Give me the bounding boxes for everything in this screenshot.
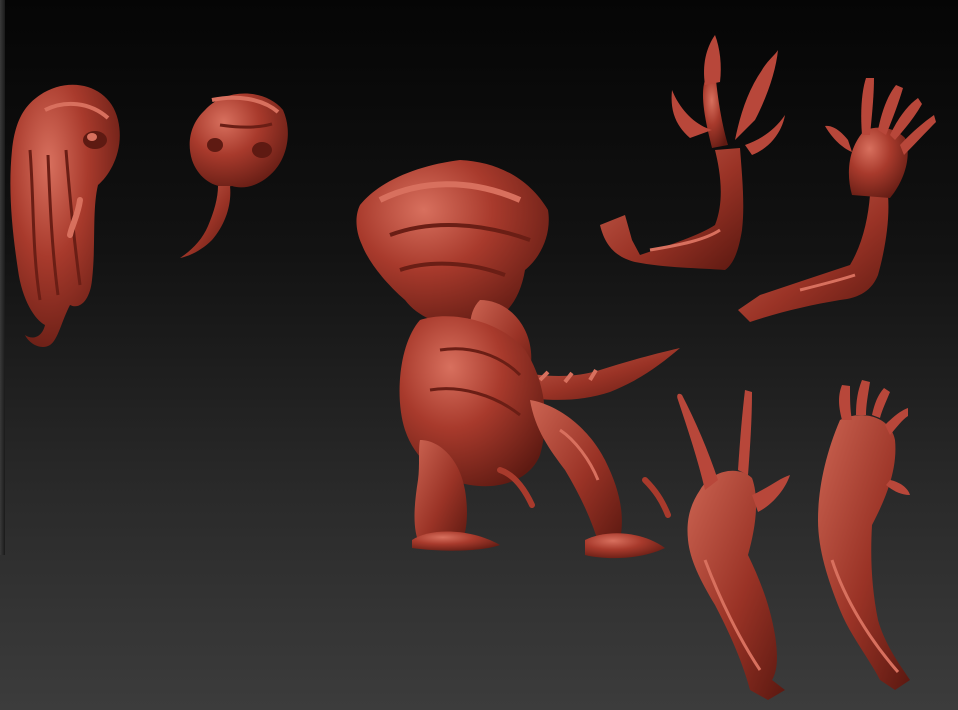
arm-claw-upper <box>600 35 785 270</box>
head-variant-tentacle-face <box>10 84 120 347</box>
creature-body <box>356 160 680 559</box>
arm-hand-lower <box>818 380 910 690</box>
sculpt-viewport <box>0 0 958 710</box>
head-variant-tongue <box>180 93 288 258</box>
arm-hand-upper <box>738 78 936 322</box>
sculpt-scene <box>10 35 936 700</box>
arm-claw-lower <box>677 390 790 700</box>
